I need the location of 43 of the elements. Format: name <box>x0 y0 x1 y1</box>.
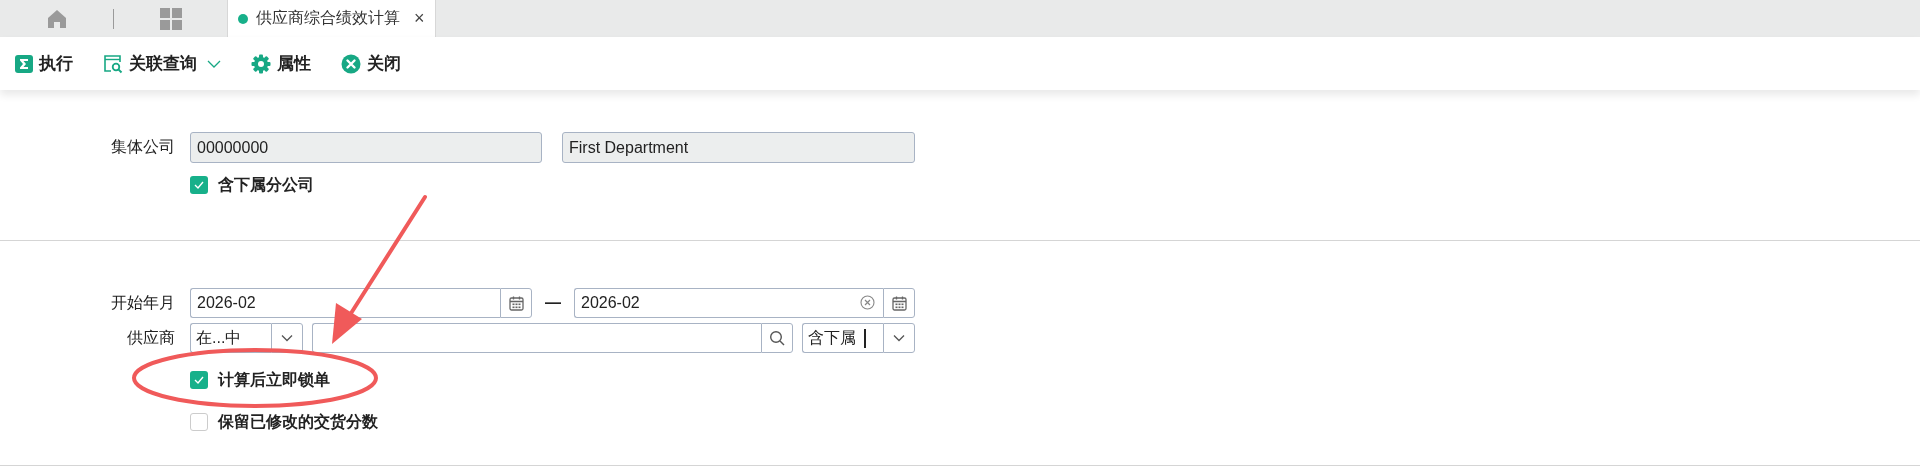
calendar-icon <box>891 295 907 311</box>
close-icon <box>341 53 361 74</box>
toolbar-button[interactable]: 执行 <box>15 48 73 79</box>
field-label: 开始年月 <box>111 292 175 313</box>
checkbox-label: 计算后立即锁单 <box>218 369 330 390</box>
tab-title: 供应商综合绩效计算 <box>256 8 400 28</box>
checkbox[interactable] <box>190 371 208 389</box>
chevron-down-icon <box>281 334 293 342</box>
chevron-down-icon <box>893 334 905 342</box>
field-label: 供应商 <box>127 327 175 348</box>
close-tab-button[interactable]: × <box>414 8 425 29</box>
check-icon <box>193 180 205 190</box>
calendar-icon <box>508 295 524 311</box>
toolbar-button[interactable]: 关联查询 <box>103 48 221 79</box>
checkbox-label: 含下属分公司 <box>218 174 314 195</box>
checkbox[interactable] <box>190 176 208 194</box>
text-cursor <box>864 329 866 348</box>
input-field[interactable]: First Department <box>562 132 915 163</box>
check-icon <box>193 375 205 385</box>
clear-icon[interactable] <box>860 295 875 310</box>
field-label: 集体公司 <box>111 137 175 157</box>
calendar-button[interactable] <box>500 288 532 318</box>
chevron-down-icon <box>207 59 221 68</box>
calendar-button[interactable] <box>883 288 915 318</box>
toolbar-button[interactable]: 关闭 <box>341 48 401 79</box>
search-button[interactable] <box>761 323 793 353</box>
home-icon <box>46 8 67 29</box>
sigma-icon <box>15 54 33 73</box>
search-icon <box>769 330 785 346</box>
toolbar-button[interactable]: 属性 <box>251 48 311 79</box>
checkbox[interactable] <box>190 413 208 431</box>
page-tab[interactable]: 供应商综合绩效计算 × <box>227 0 436 37</box>
input-field[interactable]: 00000000 <box>190 132 542 163</box>
date-field[interactable]: 2026-02 <box>574 288 883 318</box>
supplier-field[interactable] <box>312 323 761 353</box>
gear-icon <box>251 53 271 74</box>
status-dot <box>238 13 248 24</box>
dropdown-button[interactable] <box>883 323 915 353</box>
date-field[interactable]: 2026-02 <box>190 288 500 318</box>
checkbox-label: 保留已修改的交货分数 <box>218 411 378 433</box>
grid-icon <box>159 7 182 30</box>
window-search-icon <box>103 53 123 74</box>
range-separator: — <box>544 294 562 312</box>
